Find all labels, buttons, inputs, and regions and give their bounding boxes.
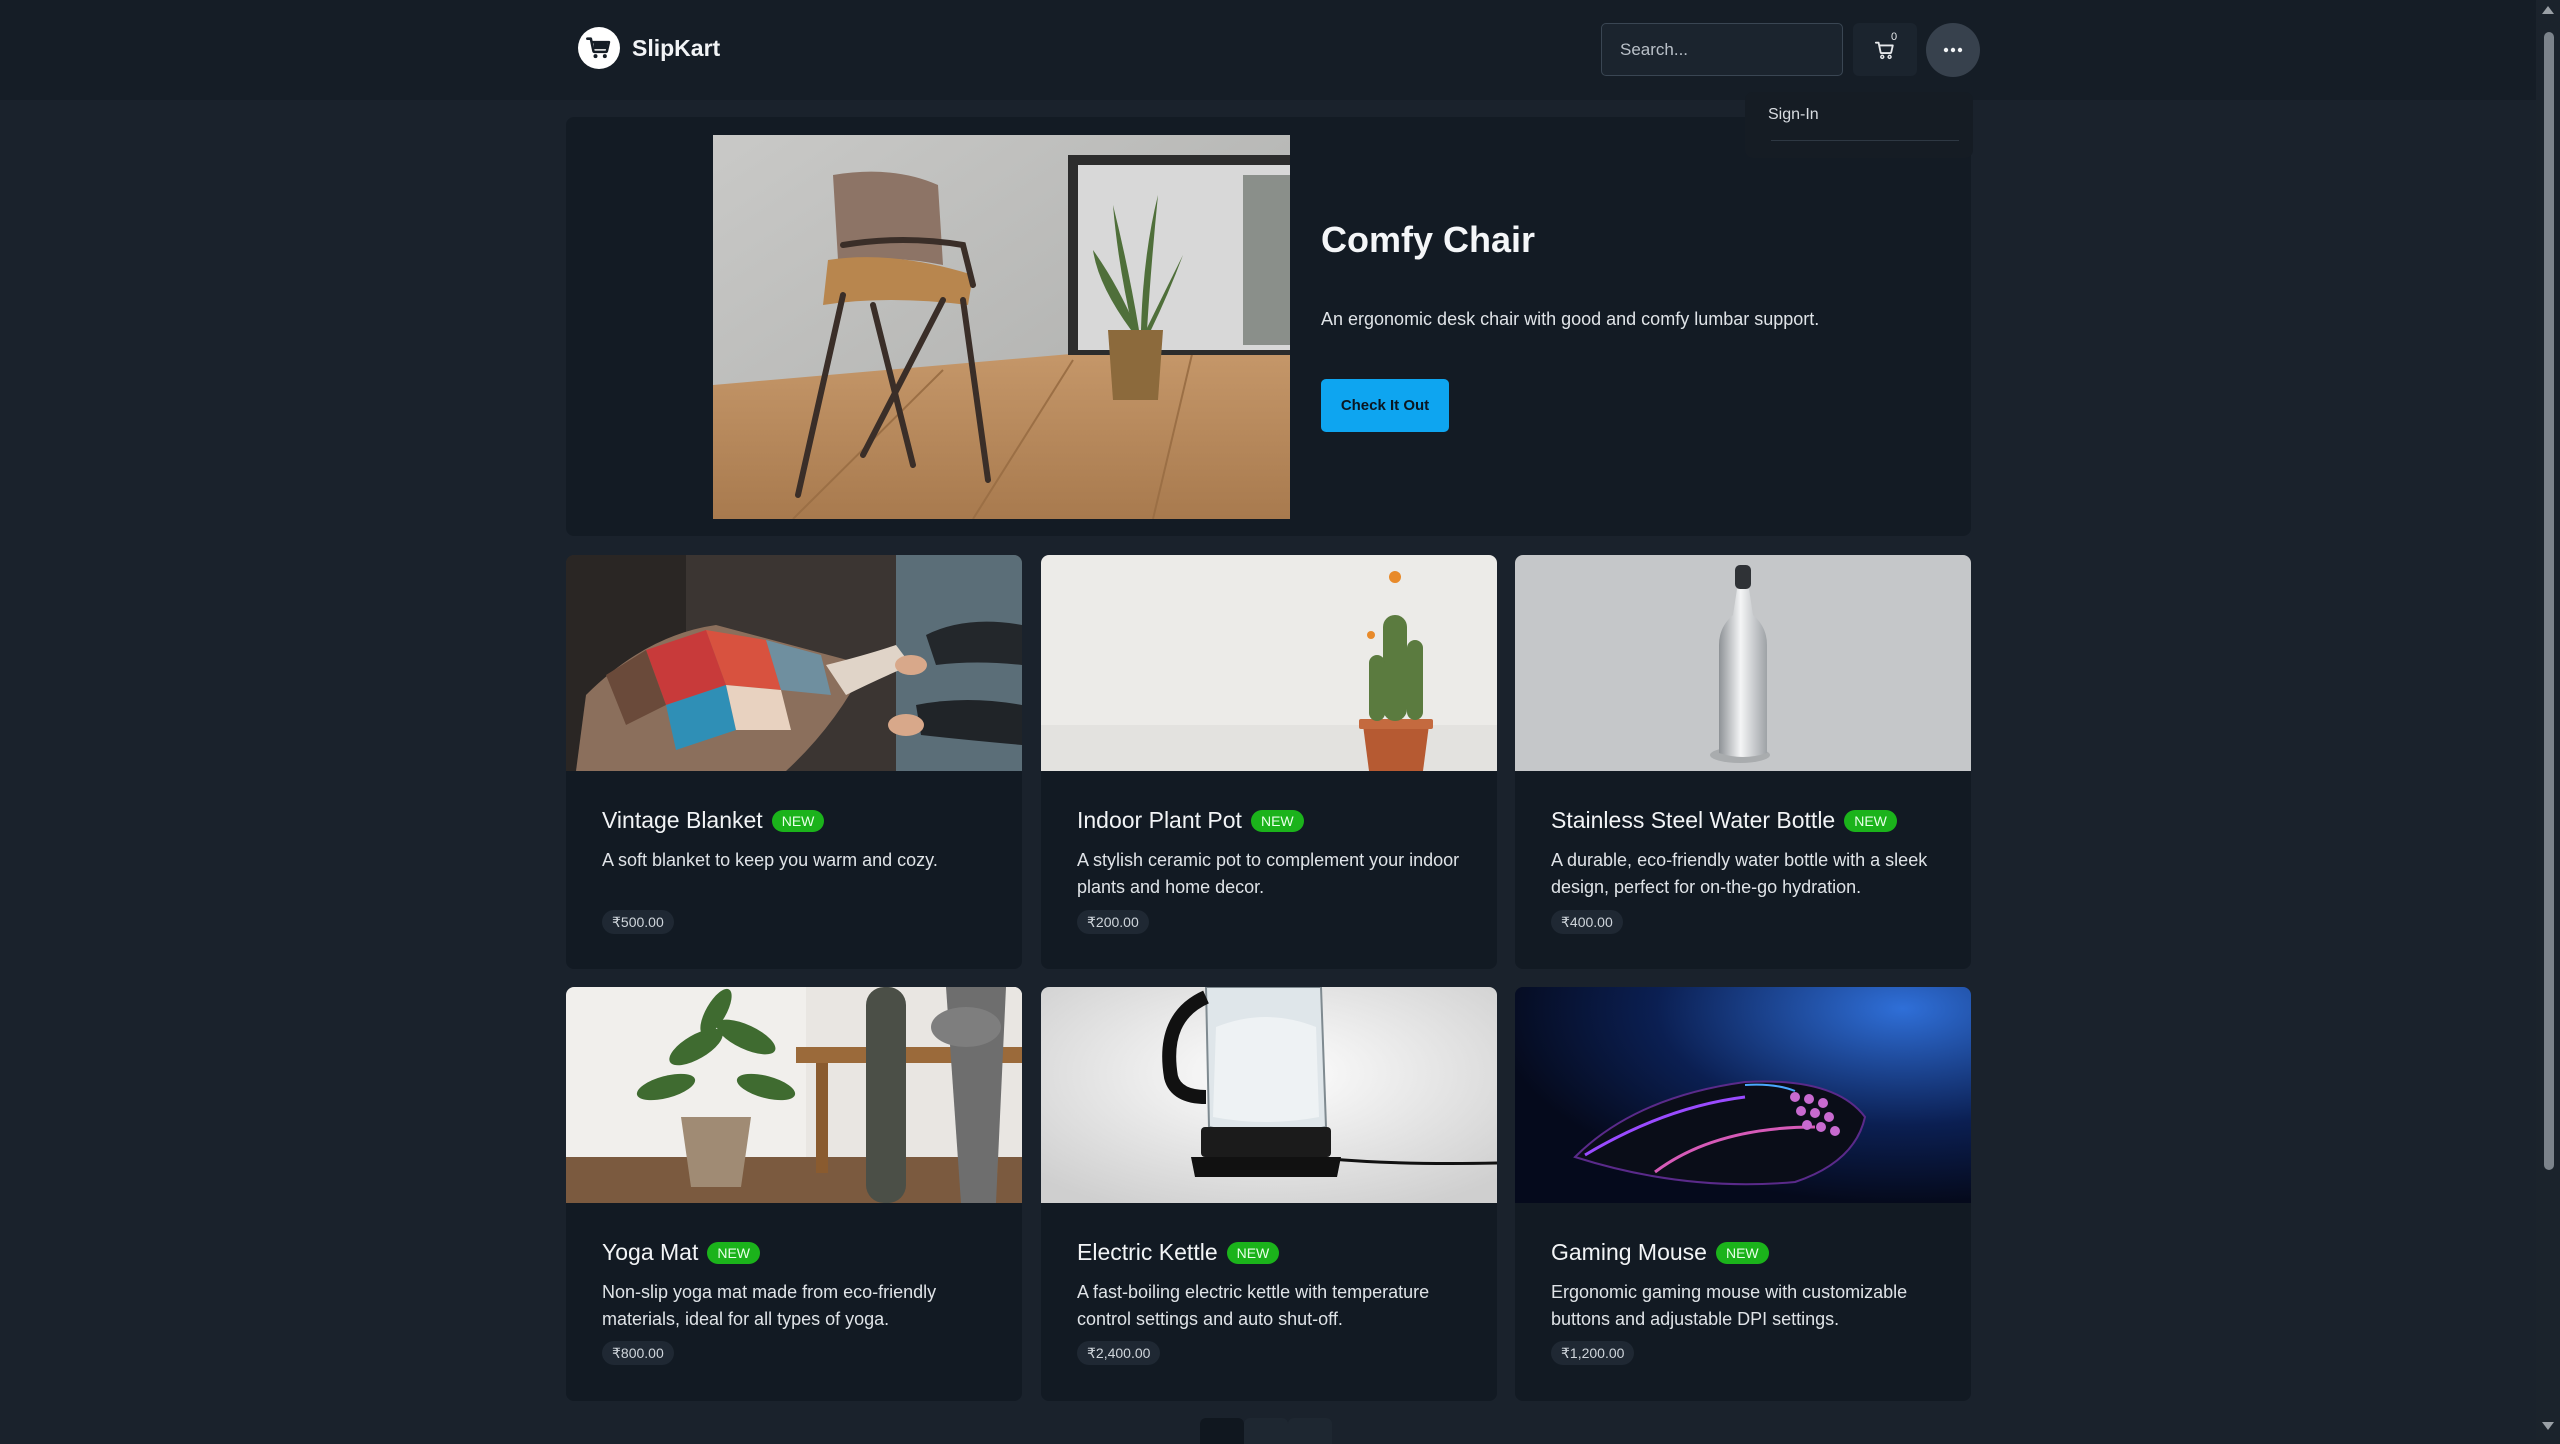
new-badge: NEW bbox=[1715, 1241, 1769, 1264]
product-image-yoga-mat bbox=[566, 987, 1022, 1203]
product-image-gaming-mouse bbox=[1515, 987, 1971, 1203]
hero-description: An ergonomic desk chair with good and co… bbox=[1321, 309, 1820, 329]
product-description: A stylish ceramic pot to complement your… bbox=[1077, 850, 1460, 897]
cart-count-badge: 0 bbox=[1891, 31, 1898, 43]
brand-link[interactable]: SlipKart bbox=[578, 27, 720, 69]
product-title[interactable]: Gaming Mouse bbox=[1551, 1239, 1707, 1266]
hero-banner: Comfy Chair An ergonomic desk chair with… bbox=[566, 117, 1971, 536]
product-price: ₹1,200.00 bbox=[1551, 1341, 1635, 1365]
product-card-indoor-plant-pot[interactable]: Indoor Plant Pot NEW A stylish ceramic p… bbox=[1041, 555, 1497, 969]
product-title[interactable]: Indoor Plant Pot bbox=[1077, 807, 1242, 834]
check-it-out-button[interactable]: Check It Out bbox=[1321, 379, 1449, 432]
scroll-down-arrow-icon[interactable] bbox=[2542, 1422, 2554, 1430]
product-image-water-bottle bbox=[1515, 555, 1971, 771]
more-horizontal-icon bbox=[1943, 47, 1963, 53]
product-image-blanket bbox=[566, 555, 1022, 771]
new-badge: NEW bbox=[707, 1241, 761, 1264]
pagination-page[interactable] bbox=[1288, 1418, 1332, 1444]
cart-button[interactable]: 0 bbox=[1853, 23, 1917, 76]
product-description: A durable, eco-friendly water bottle wit… bbox=[1551, 850, 1928, 897]
product-description: Ergonomic gaming mouse with customizable… bbox=[1551, 1282, 1908, 1329]
product-price: ₹200.00 bbox=[1077, 910, 1149, 934]
product-title[interactable]: Vintage Blanket bbox=[602, 807, 763, 834]
product-description: Non-slip yoga mat made from eco-friendly… bbox=[602, 1282, 937, 1329]
vertical-scrollbar[interactable] bbox=[2536, 0, 2560, 1440]
product-card-vintage-blanket[interactable]: Vintage Blanket NEW A soft blanket to ke… bbox=[566, 555, 1022, 969]
brand-name: SlipKart bbox=[632, 34, 721, 61]
pagination bbox=[1200, 1418, 1332, 1444]
product-card-electric-kettle[interactable]: Electric Kettle NEW A fast-boiling elect… bbox=[1041, 987, 1497, 1401]
product-card-gaming-mouse[interactable]: Gaming Mouse NEW Ergonomic gaming mouse … bbox=[1515, 987, 1971, 1401]
search-input[interactable] bbox=[1601, 23, 1843, 76]
scrollbar-thumb[interactable] bbox=[2544, 32, 2554, 1170]
more-menu-button[interactable] bbox=[1926, 23, 1980, 77]
pagination-page[interactable] bbox=[1244, 1418, 1288, 1444]
hero-image-chair bbox=[713, 135, 1290, 519]
product-description: A fast-boiling electric kettle with temp… bbox=[1077, 1282, 1430, 1329]
new-badge: NEW bbox=[771, 809, 825, 832]
new-badge: NEW bbox=[1250, 809, 1304, 832]
dropdown-divider bbox=[1771, 140, 1959, 141]
product-card-yoga-mat[interactable]: Yoga Mat NEW Non-slip yoga mat made from… bbox=[566, 987, 1022, 1401]
product-description: A soft blanket to keep you warm and cozy… bbox=[602, 850, 938, 870]
product-image-plant-pot bbox=[1041, 555, 1497, 771]
product-price: ₹400.00 bbox=[1551, 910, 1623, 934]
account-dropdown-menu: Sign-In bbox=[1745, 92, 1973, 158]
product-title[interactable]: Stainless Steel Water Bottle bbox=[1551, 807, 1835, 834]
new-badge: NEW bbox=[1844, 809, 1897, 832]
product-price: ₹500.00 bbox=[602, 910, 674, 934]
shopping-cart-icon bbox=[578, 27, 620, 69]
product-card-water-bottle[interactable]: Stainless Steel Water Bottle NEW A durab… bbox=[1515, 555, 1971, 969]
scroll-up-arrow-icon[interactable] bbox=[2542, 6, 2554, 14]
product-price: ₹800.00 bbox=[602, 1341, 674, 1365]
sign-in-menu-item[interactable]: Sign-In bbox=[1768, 106, 1819, 124]
product-price: ₹2,400.00 bbox=[1077, 1341, 1161, 1365]
pagination-page-active[interactable] bbox=[1200, 1418, 1244, 1444]
new-badge: NEW bbox=[1226, 1241, 1280, 1264]
product-image-electric-kettle bbox=[1041, 987, 1497, 1203]
product-title[interactable]: Yoga Mat bbox=[602, 1239, 698, 1266]
hero-title: Comfy Chair bbox=[1321, 219, 1536, 260]
product-title[interactable]: Electric Kettle bbox=[1077, 1239, 1218, 1266]
top-navbar: SlipKart 0 bbox=[0, 0, 2536, 100]
